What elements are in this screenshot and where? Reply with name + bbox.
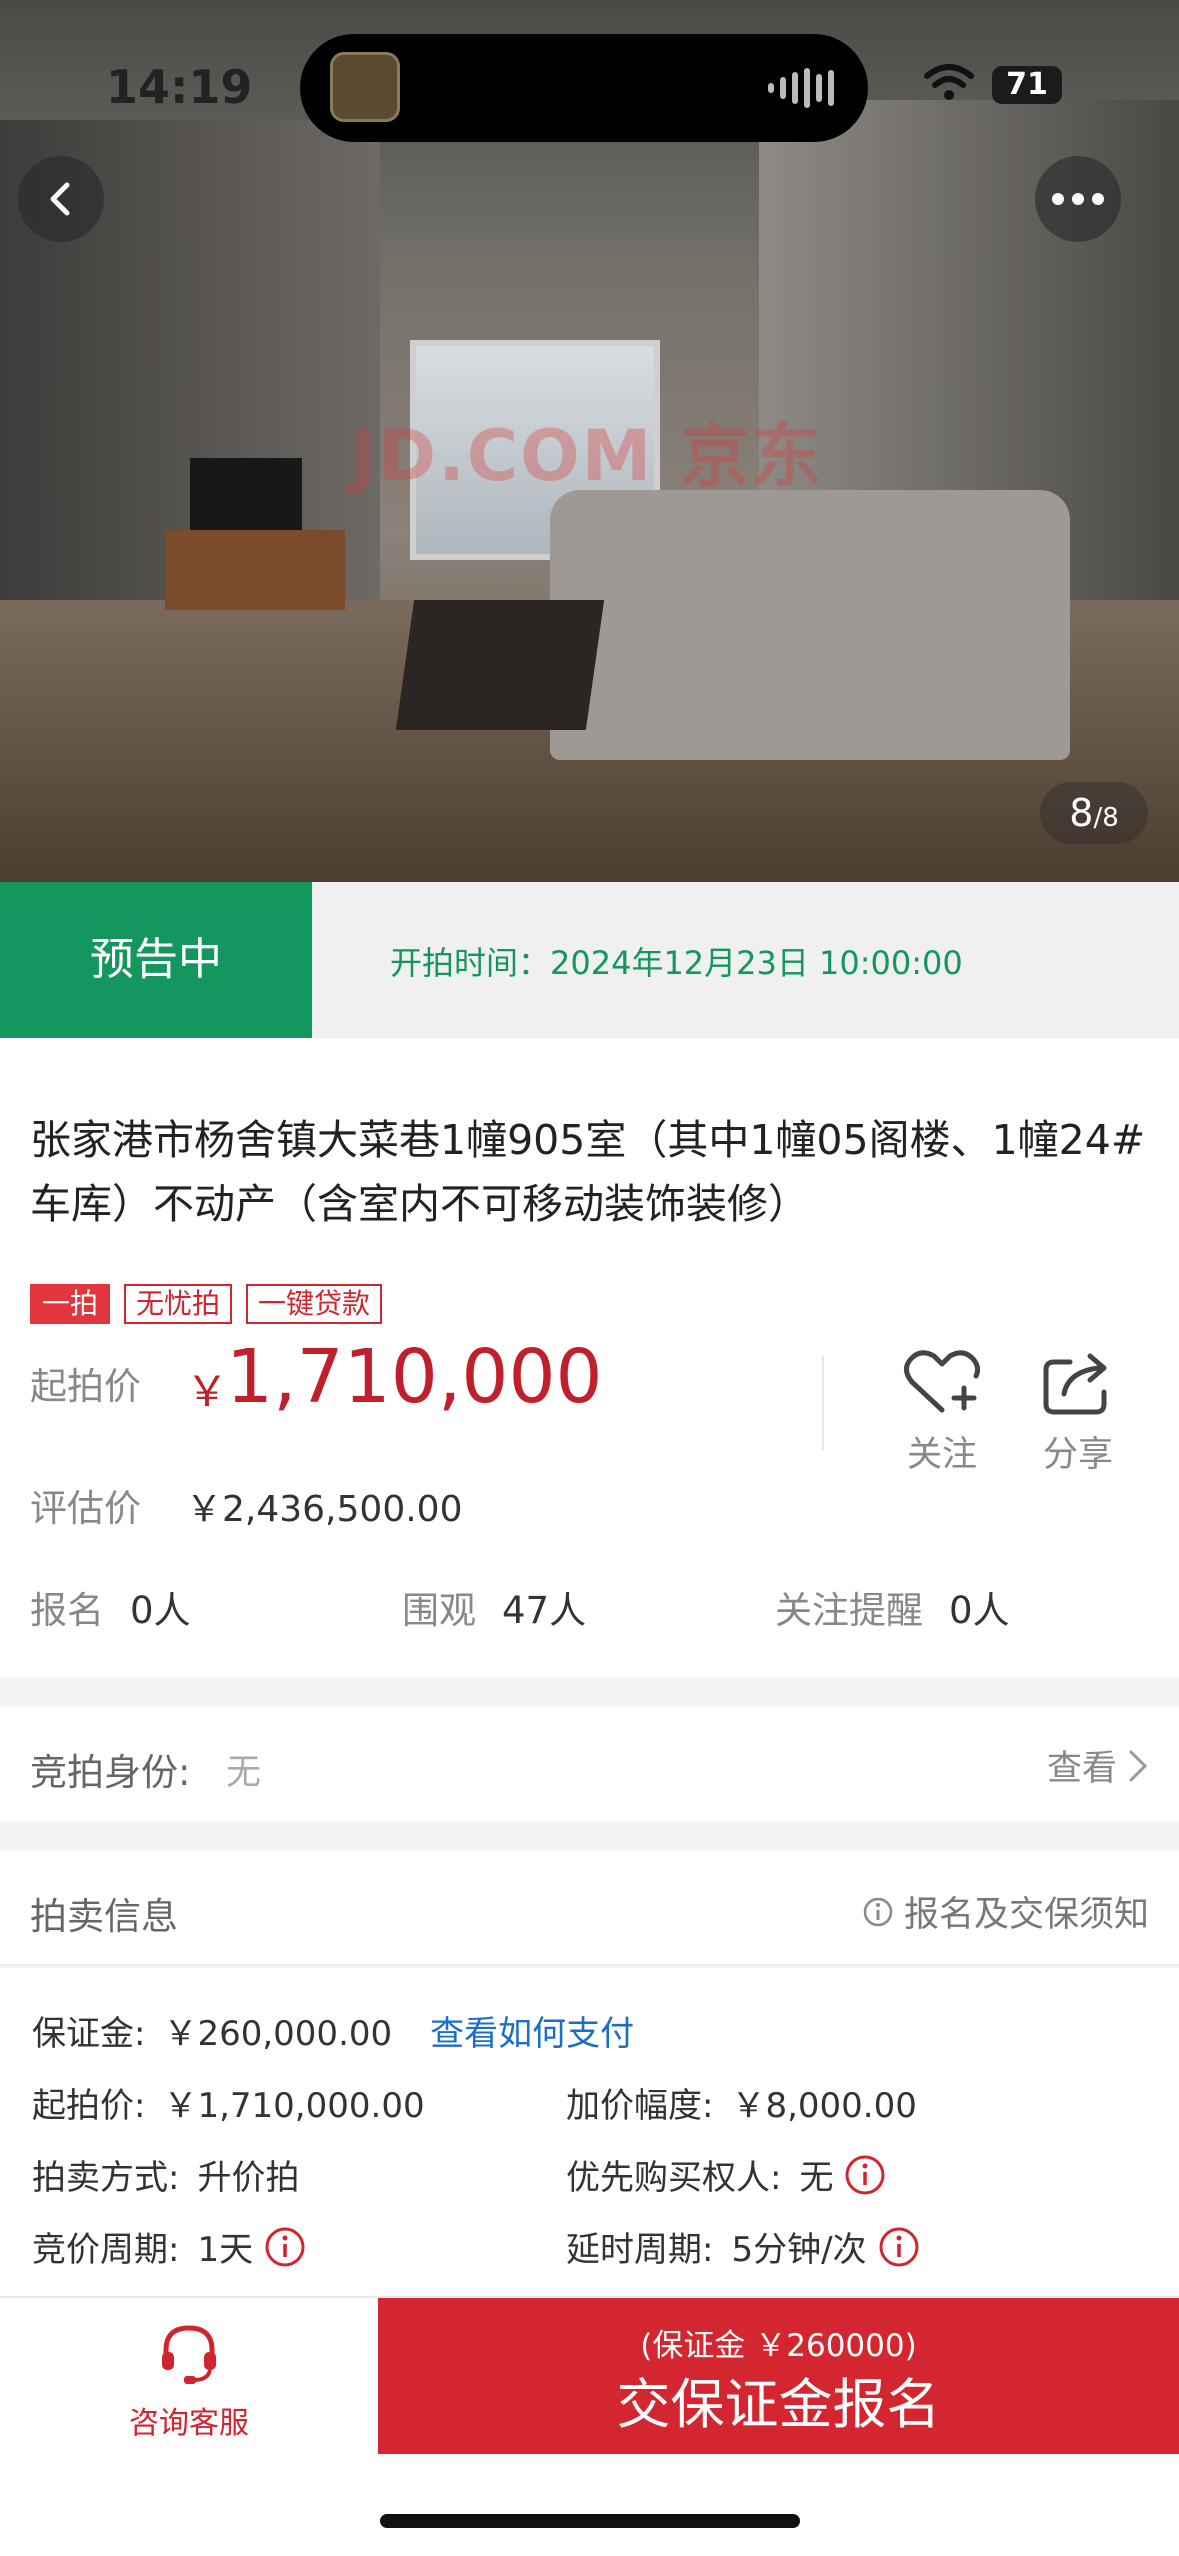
status-badge: 预告中	[0, 882, 312, 1038]
share-button[interactable]: 分享	[1028, 1348, 1128, 1477]
stat-reminders: 关注提醒 0人	[775, 1580, 1010, 1634]
tag-loan[interactable]: 一键贷款	[246, 1284, 383, 1324]
start-price-info-label: 起拍价:	[32, 2086, 146, 2126]
share-label: 分享	[1042, 1435, 1113, 1475]
tag-list: 一拍 无忧拍 一键贷款	[30, 1284, 383, 1324]
share-icon	[1043, 1353, 1107, 1415]
increment-label: 加价幅度:	[566, 2086, 714, 2126]
battery-icon: 71	[992, 66, 1062, 104]
photo-table	[395, 600, 605, 730]
photo-tv	[190, 458, 302, 530]
cycle-label: 竞价周期:	[32, 2230, 180, 2270]
currency-symbol: ￥	[186, 1367, 229, 1416]
chevron-right-icon	[1129, 1750, 1148, 1781]
increment-row: 加价幅度: ￥8,000.00	[566, 2078, 917, 2127]
view-label: 查看	[1046, 1749, 1117, 1789]
dynamic-island	[300, 34, 868, 142]
identity-label: 竞拍身份:	[30, 1751, 191, 1794]
deposit-row: 保证金: ￥260,000.00 查看如何支付	[32, 2006, 634, 2055]
auction-status-bar: 预告中 开拍时间：2024年12月23日 10:00:00	[0, 882, 1179, 1038]
eval-price: ￥2,436,500.00	[186, 1489, 463, 1530]
bidder-identity-row[interactable]: 竞拍身份: 无 查看	[0, 1706, 1179, 1822]
priority-row: 优先购买权人: 无	[566, 2150, 887, 2199]
photo-counter-current: 8	[1069, 791, 1094, 835]
follow-button[interactable]: 关注	[892, 1348, 992, 1477]
photo-sofa	[550, 490, 1070, 760]
auction-info-title: 拍卖信息	[30, 1895, 178, 1938]
priority-value: 无	[799, 2158, 834, 2198]
photo-cabinet	[165, 530, 345, 610]
back-button[interactable]	[18, 156, 104, 242]
method-value: 升价拍	[197, 2158, 300, 2198]
view-identity-link[interactable]: 查看	[1047, 1740, 1149, 1791]
red-info-icon[interactable]	[877, 2225, 921, 2269]
photo-counter-total: /8	[1093, 803, 1119, 833]
tag-worry-free: 无忧拍	[124, 1284, 233, 1324]
stat-label: 报名	[30, 1589, 104, 1632]
method-row: 拍卖方式: 升价拍	[32, 2150, 299, 2199]
consult-label: 咨询客服	[129, 2406, 249, 2441]
start-price-row: 起拍价: ￥1,710,000.00	[32, 2078, 425, 2127]
follow-label: 关注	[906, 1435, 977, 1475]
start-time: 开拍时间：2024年12月23日 10:00:00	[390, 944, 963, 982]
start-price: 1,710,000	[226, 1334, 603, 1420]
divider	[822, 1356, 824, 1450]
wifi-icon	[924, 64, 974, 100]
eval-price-label: 评估价	[30, 1487, 141, 1530]
property-title: 张家港市杨舍镇大菜巷1幢905室（其中1幢05阁楼、1幢24#车库）不动产（含室…	[30, 1116, 1146, 1228]
deposit-label: 保证金:	[32, 2014, 146, 2054]
stat-value: 47人	[502, 1589, 587, 1632]
stat-value: 0人	[949, 1589, 1010, 1632]
increment-value: ￥8,000.00	[731, 2086, 917, 2126]
stat-label: 围观	[402, 1589, 476, 1632]
now-playing-thumb	[330, 52, 400, 122]
more-button[interactable]	[1035, 156, 1121, 242]
priority-label: 优先购买权人:	[566, 2158, 782, 2198]
tag-first-auction: 一拍	[30, 1284, 111, 1324]
stat-value: 0人	[130, 1589, 191, 1632]
property-card: 张家港市杨舍镇大菜巷1幢905室（其中1幢05阁楼、1幢24#车库）不动产（含室…	[0, 1038, 1179, 1678]
delay-label: 延时周期:	[566, 2230, 714, 2270]
cycle-value: 1天	[197, 2230, 254, 2270]
signup-notice-link[interactable]: 报名及交保须知	[862, 1886, 1149, 1937]
audio-wave-icon	[768, 68, 838, 108]
photo-counter: 8/8	[1040, 782, 1148, 844]
notice-label: 报名及交保须知	[903, 1895, 1149, 1935]
red-info-icon[interactable]	[843, 2153, 887, 2197]
auction-info-body: 保证金: ￥260,000.00 查看如何支付 起拍价: ￥1,710,000.…	[0, 1968, 1179, 2298]
heart-plus-icon	[904, 1350, 981, 1413]
red-info-icon[interactable]	[263, 2225, 307, 2269]
signup-label: 交保证金报名	[616, 2373, 941, 2436]
stat-label: 关注提醒	[775, 1589, 923, 1632]
home-indicator	[380, 2514, 800, 2528]
customer-service-button[interactable]: 咨询客服	[0, 2298, 378, 2454]
start-price-info-value: ￥1,710,000.00	[163, 2086, 425, 2126]
more-dots-icon	[1052, 193, 1104, 205]
identity-value: 无	[226, 1753, 262, 1793]
status-time: 14:19	[106, 60, 253, 114]
photo-watermark: JD.COM 京东	[350, 415, 824, 497]
delay-value: 5分钟/次	[731, 2230, 867, 2270]
deposit-value: ￥260,000.00	[163, 2014, 393, 2054]
deposit-signup-button[interactable]: (保证金 ￥260000) 交保证金报名	[378, 2298, 1179, 2454]
chevron-left-icon	[50, 182, 70, 216]
info-icon	[863, 1897, 893, 1926]
delay-row: 延时周期: 5分钟/次	[566, 2222, 921, 2271]
method-label: 拍卖方式:	[32, 2158, 180, 2198]
headset-icon	[162, 2325, 216, 2384]
auction-info-header: 拍卖信息 报名及交保须知	[0, 1850, 1179, 1966]
stat-viewers: 围观 47人	[402, 1580, 586, 1634]
deposit-amount-note: (保证金 ￥260000)	[640, 2328, 917, 2364]
start-price-label: 起拍价	[30, 1365, 141, 1408]
cycle-row: 竞价周期: 1天	[32, 2222, 307, 2271]
stat-signups: 报名 0人	[30, 1580, 191, 1634]
how-to-pay-link[interactable]: 查看如何支付	[430, 2006, 634, 2055]
